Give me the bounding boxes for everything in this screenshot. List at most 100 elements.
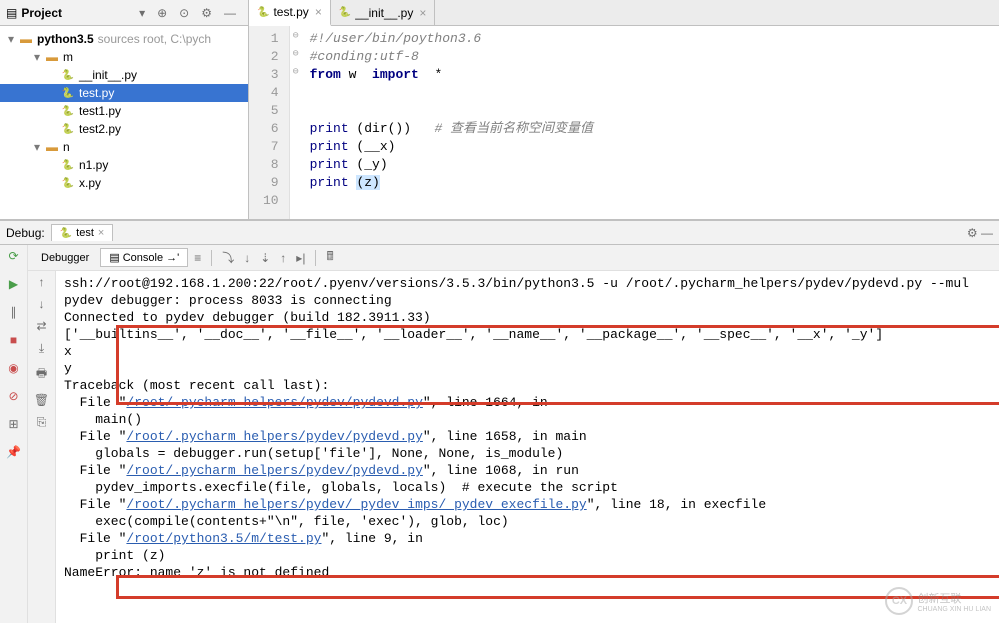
debug-left-toolbar: ⟳ ▶ ∥ ■ ◉ ⊘ ⊞ 📌 [0, 245, 28, 623]
print-icon[interactable]: 🖶 [36, 364, 47, 385]
project-panel: ▤ Project ▾ ⊕ ⊙ ⚙ — ▾ ▬ python3.5 source… [0, 0, 249, 219]
layout-icon[interactable]: ⊞ [5, 417, 23, 435]
step-over-icon[interactable]: ⤵ [218, 249, 238, 266]
traceback-link[interactable]: /root/.pycharm_helpers/pydev/pydevd.py [126, 429, 422, 444]
stop-icon[interactable]: ■ [5, 333, 23, 351]
code-line[interactable]: print (_y) [310, 156, 991, 174]
step-out-icon[interactable]: ↑ [276, 251, 290, 265]
view-breakpoints-icon[interactable]: ◉ [5, 361, 23, 379]
pin-icon[interactable]: 📌 [5, 445, 23, 463]
debug-settings-icon[interactable]: ⚙ — [967, 226, 993, 240]
traceback-link[interactable]: /root/.pycharm_helpers/pydev/pydevd.py [126, 395, 422, 410]
project-tree[interactable]: ▾ ▬ python3.5 sources root, C:\pych ▾▬m🐍… [0, 26, 248, 219]
console-line: y [64, 360, 991, 377]
project-title: Project [21, 6, 133, 20]
tab-label: test.py [273, 5, 308, 19]
tab-console[interactable]: ▤Console →' [100, 248, 188, 267]
debug-tab-label: test [76, 227, 94, 239]
settings-icon[interactable]: ⚙ [201, 6, 212, 20]
console-line: main() [64, 411, 991, 428]
filter-icon[interactable]: ≡ [190, 251, 205, 265]
tree-item-label: n1.py [79, 158, 108, 172]
step-into-icon[interactable]: ↓ [240, 251, 254, 265]
tree-root[interactable]: ▾ ▬ python3.5 sources root, C:\pych [0, 30, 248, 48]
code-area[interactable]: #!/user/bin/poython3.6#conding:utf-8from… [302, 26, 999, 219]
code-line[interactable] [310, 192, 991, 210]
console-line: globals = debugger.run(setup['file'], No… [64, 445, 991, 462]
watermark-sub: CHUANG XIN HU LIAN [917, 606, 991, 613]
hide-icon[interactable]: — [224, 6, 236, 20]
folder-icon: ▬ [18, 32, 34, 46]
code-line[interactable]: #!/user/bin/poython3.6 [310, 30, 991, 48]
pause-icon[interactable]: ∥ [5, 305, 23, 323]
tree-item[interactable]: ▾▬m [0, 48, 248, 66]
traceback-link[interactable]: /root/.pycharm_helpers/pydev/pydevd.py [126, 463, 422, 478]
console-line: pydev debugger: process 8033 is connecti… [64, 292, 991, 309]
editor-tabs: 🐍test.py×🐍__init__.py× [249, 0, 999, 26]
editor-panel: 🐍test.py×🐍__init__.py× 12345678910 ⊖⊖⊖ #… [249, 0, 999, 219]
tab-debugger[interactable]: Debugger [32, 249, 98, 267]
code-line[interactable]: print (__x) [310, 138, 991, 156]
console-line: NameError: name 'z' is not defined [64, 564, 991, 581]
close-icon[interactable]: × [315, 5, 322, 19]
console-line: Connected to pydev debugger (build 182.3… [64, 309, 991, 326]
code-line[interactable]: print (z) [310, 174, 991, 192]
mute-breakpoints-icon[interactable]: ⊘ [5, 389, 23, 407]
clear-icon[interactable]: 🗑 [34, 393, 49, 407]
debug-panel: Debug: 🐍 test × ⚙ — ⟳ ▶ ∥ ■ ◉ ⊘ ⊞ 📌 De [0, 220, 999, 623]
python-file-icon: 🐍 [60, 124, 76, 135]
watermark-logo-icon: CX [885, 587, 913, 615]
console-line: File "/root/.pycharm_helpers/pydev/pydev… [64, 462, 991, 479]
tree-item[interactable]: 🐍n1.py [0, 156, 248, 174]
code-line[interactable] [310, 102, 991, 120]
history-icon[interactable]: ⎘ [37, 415, 47, 430]
collapse-icon[interactable]: ⊕ [157, 6, 167, 20]
wrap-icon[interactable]: ⇄ [36, 319, 46, 333]
scroll-icon[interactable]: ⤓ [39, 341, 44, 356]
tab-label: __init__.py [355, 6, 413, 20]
debug-label: Debug: [6, 226, 45, 240]
close-icon[interactable]: × [419, 6, 426, 20]
editor-body[interactable]: 12345678910 ⊖⊖⊖ #!/user/bin/poython3.6#c… [249, 26, 999, 219]
tree-root-note: sources root, C:\pych [98, 32, 211, 46]
tree-item-label: test1.py [79, 104, 121, 118]
run-to-cursor-icon[interactable]: ▸| [292, 251, 309, 265]
close-icon[interactable]: × [98, 227, 104, 239]
tree-item[interactable]: 🐍x.py [0, 174, 248, 192]
down-icon[interactable]: ↓ [39, 297, 45, 311]
traceback-link[interactable]: /root/python3.5/m/test.py [126, 531, 321, 546]
resume-icon[interactable]: ▶ [5, 277, 23, 295]
debug-run-tab[interactable]: 🐍 test × [51, 224, 114, 241]
tree-item[interactable]: 🐍test1.py [0, 102, 248, 120]
tree-item[interactable]: 🐍__init__.py [0, 66, 248, 84]
evaluate-icon[interactable]: 🖩 [322, 247, 337, 268]
debug-header: Debug: 🐍 test × ⚙ — [0, 221, 999, 245]
console-line: exec(compile(contents+"\n", file, 'exec'… [64, 513, 991, 530]
console-line: pydev_imports.execfile(file, globals, lo… [64, 479, 991, 496]
code-line[interactable]: print (dir()) # 查看当前名称空间变量值 [310, 120, 991, 138]
code-line[interactable]: from w import * [310, 66, 991, 84]
console-line: Traceback (most recent call last): [64, 377, 991, 394]
dropdown-icon[interactable]: ▾ [139, 6, 145, 20]
tree-item[interactable]: 🐍test2.py [0, 120, 248, 138]
python-file-icon: 🐍 [60, 106, 76, 117]
console-output[interactable]: ssh://root@192.168.1.200:22/root/.pyenv/… [56, 271, 999, 623]
console-icon: ▤ [109, 251, 119, 264]
tree-item-label: x.py [79, 176, 101, 190]
rerun-icon[interactable]: ⟳ [5, 249, 23, 267]
up-icon[interactable]: ↑ [39, 275, 45, 289]
watermark-brand: 创新互联 [917, 590, 991, 606]
locate-icon[interactable]: ⊙ [179, 6, 189, 20]
step-into-my-icon[interactable]: ⇣ [256, 251, 274, 265]
console-line: print (z) [64, 547, 991, 564]
code-line[interactable]: #conding:utf-8 [310, 48, 991, 66]
tree-item[interactable]: ▾▬n [0, 138, 248, 156]
editor-tab[interactable]: 🐍__init__.py× [331, 0, 436, 25]
console-line: ssh://root@192.168.1.200:22/root/.pyenv/… [64, 275, 991, 292]
tree-item[interactable]: 🐍test.py [0, 84, 248, 102]
code-line[interactable] [310, 84, 991, 102]
editor-tab[interactable]: 🐍test.py× [249, 0, 331, 26]
project-header: ▤ Project ▾ ⊕ ⊙ ⚙ — [0, 0, 248, 26]
tree-item-label: m [63, 50, 73, 64]
traceback-link[interactable]: /root/.pycharm_helpers/pydev/_pydev_imps… [126, 497, 586, 512]
